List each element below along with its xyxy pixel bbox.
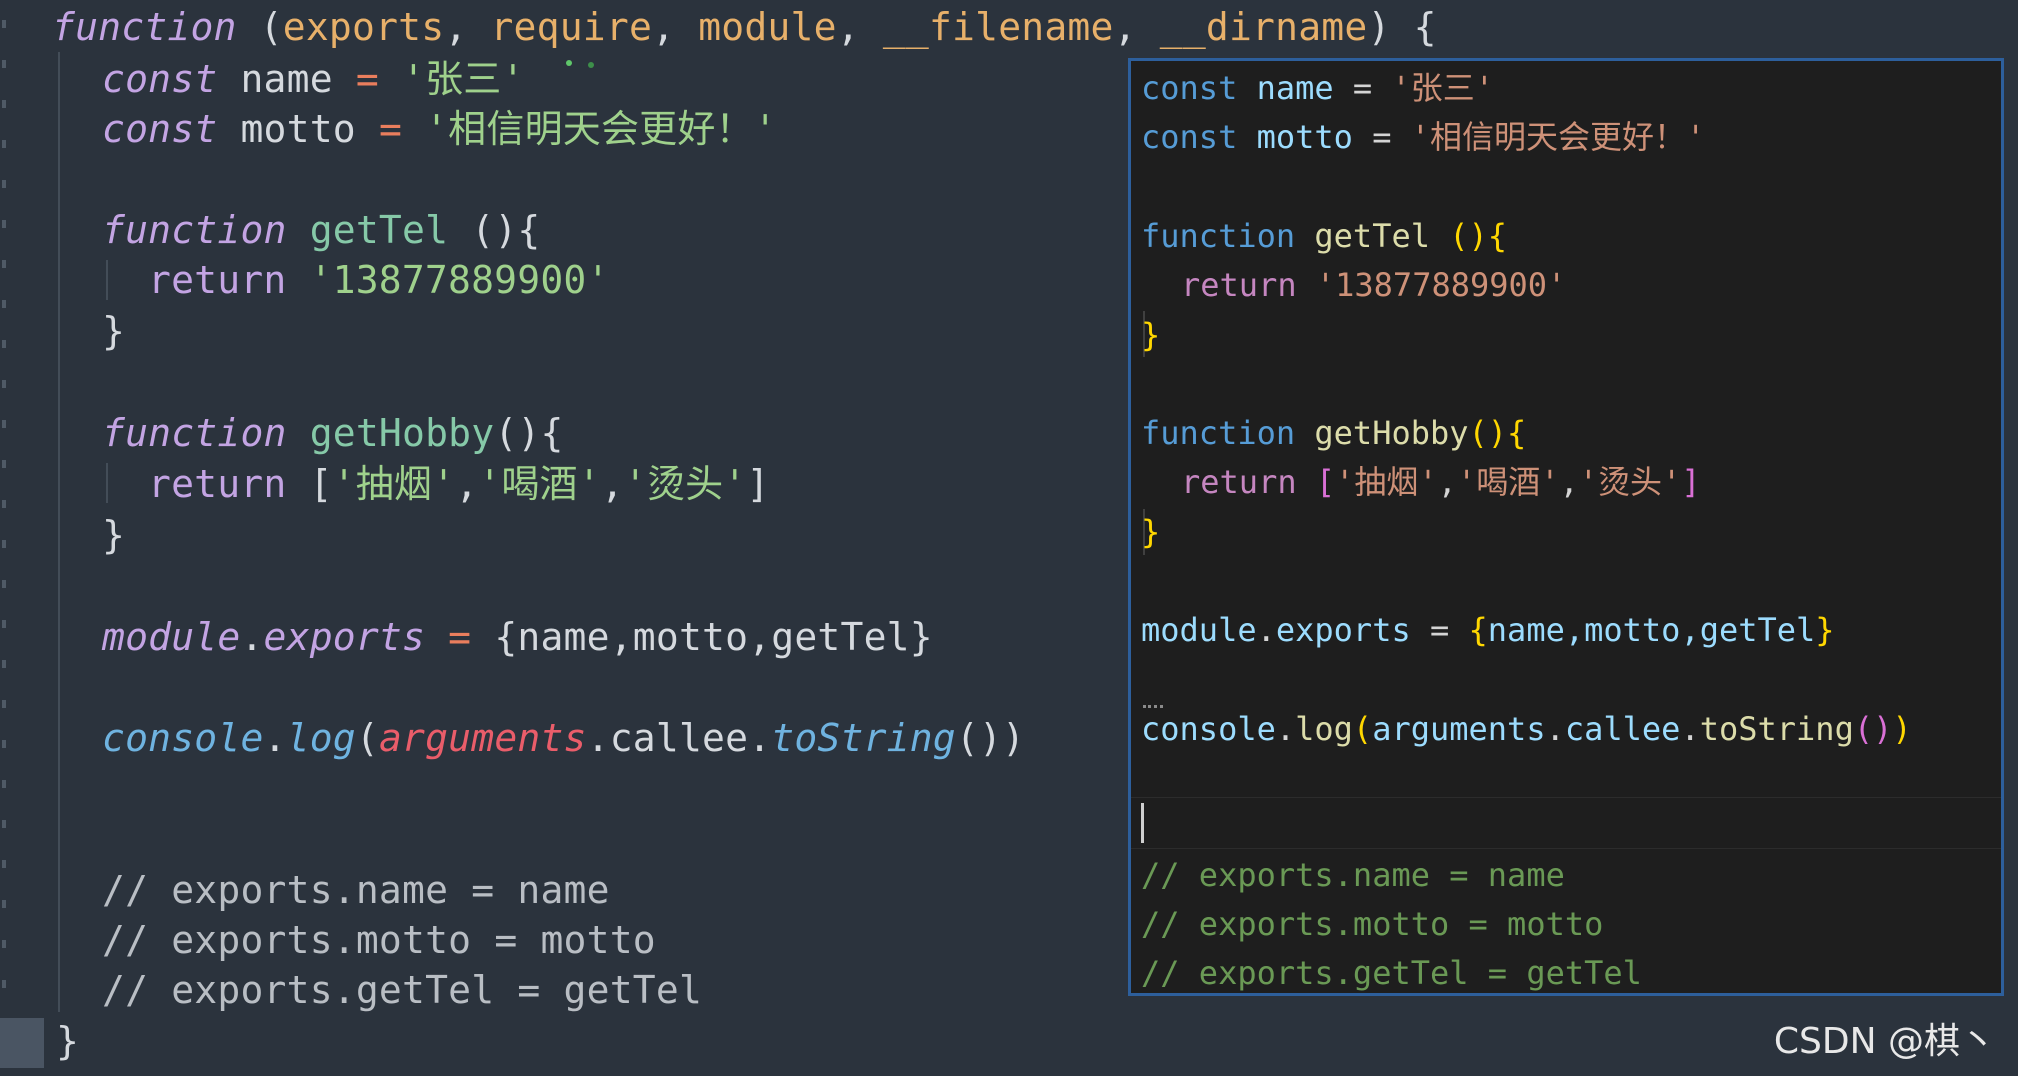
indent-guide [106,260,108,300]
code-line-7: } [102,309,126,353]
code-line-11: } [102,513,126,557]
code-line-1: function (exports, require, module, __fi… [52,5,1437,49]
overlay-line-12: module.exports = {name,motto,getTel} [1141,611,1835,649]
code-line-21: } [56,1019,80,1063]
code-line-10: return ['抽烟','喝酒','烫头'] [148,462,770,506]
overlay-line-9: return ['抽烟','喝酒','烫头'] [1181,463,1701,501]
text-cursor [1141,803,1144,843]
code-line-15: console.log(arguments.callee.toString()) [102,716,1026,760]
indent-guide [106,463,108,503]
overlay-line-4: function getTel (){ [1141,217,1508,255]
overlay-line-5: return '13877889900' [1181,266,1567,304]
overlay-line-8: function getHobby(){ [1141,414,1527,452]
code-line-9: function getHobby(){ [102,411,564,455]
overlay-line-17: // exports.name = name [1141,856,1565,894]
current-line-highlight [1131,797,2001,849]
code-line-18: // exports.name = name [102,868,610,912]
code-line-5: function getTel (){ [102,208,541,252]
overlay-line-14: console.log(arguments.callee.toString()) [1141,710,1912,748]
overlay-line-1: const name = '张三' [1141,69,1494,107]
overlay-line-6: } [1141,316,1161,354]
overlay-code-panel[interactable]: const name = '张三' const motto = '相信明天会更好… [1128,58,2004,996]
watermark: CSDN @棋丶 [1773,1021,1996,1062]
code-line-20: // exports.getTel = getTel [102,968,703,1012]
overlay-line-19: // exports.getTel = getTel [1141,954,1642,992]
code-line-2: const name = '张三' [102,57,525,101]
overlay-line-18: // exports.motto = motto [1141,905,1604,943]
code-line-19: // exports.motto = motto [102,918,656,962]
code-line-3: const motto = '相信明天会更好！' [102,107,777,151]
indent-guide [58,52,60,1012]
overlay-line-2: const motto = '相信明天会更好！' [1141,118,1706,156]
inline-marker [588,62,594,68]
code-line-13: module.exports = {name,motto,getTel} [102,615,933,659]
overlay-line-10: } [1141,513,1161,551]
inline-marker [566,60,572,66]
code-line-6: return '13877889900' [148,258,610,302]
